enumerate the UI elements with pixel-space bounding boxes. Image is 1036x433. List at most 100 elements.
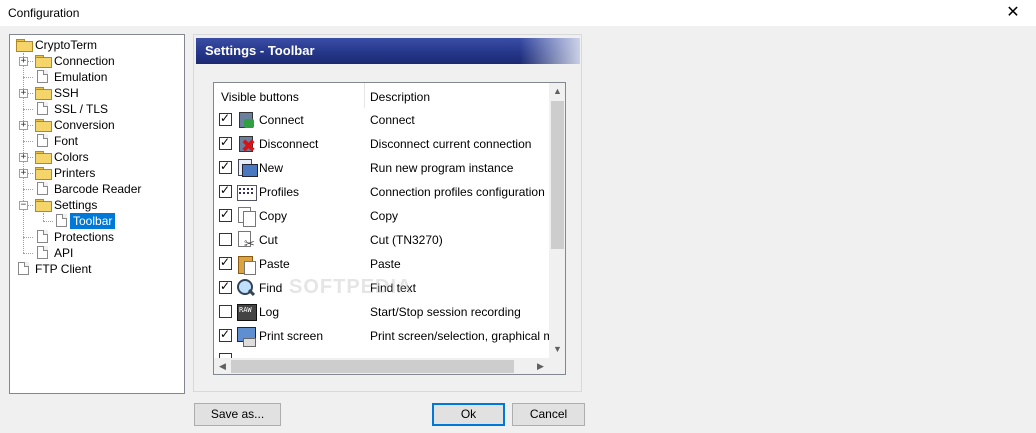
tree-item-colors[interactable]: + Colors [10, 149, 180, 165]
toolbar-buttons-list[interactable]: Visible buttons Description ConnectConne… [213, 82, 566, 375]
expand-icon[interactable]: + [19, 169, 28, 178]
folder-icon [35, 199, 52, 212]
folder-icon [35, 87, 52, 100]
tree-item-protections[interactable]: Protections [10, 229, 180, 245]
button-name: Print screen [259, 329, 324, 343]
tree-item-ssl-tls[interactable]: SSL / TLS [10, 101, 180, 117]
cut-icon: ✂ [236, 230, 256, 251]
button-description: Run new program instance [370, 161, 514, 175]
tree-item-conversion[interactable]: + Conversion [10, 117, 180, 133]
expand-icon[interactable]: + [19, 57, 28, 66]
button-description: Disconnect current connection [370, 137, 532, 151]
document-icon [37, 102, 48, 115]
visibility-checkbox[interactable] [219, 207, 232, 222]
visibility-checkbox[interactable] [219, 305, 232, 318]
tree-item-label: Emulation [54, 70, 108, 84]
scroll-down-icon[interactable]: ▼ [549, 341, 565, 358]
column-separator[interactable] [364, 83, 365, 108]
watermark: SOFTPEDIA [289, 276, 413, 298]
button-name: Find [259, 281, 283, 295]
tree-item-label: Protections [54, 230, 115, 244]
expand-icon[interactable]: + [19, 89, 28, 98]
visibility-checkbox[interactable] [219, 159, 232, 174]
visibility-checkbox[interactable] [219, 327, 232, 342]
tree-item-label: Conversion [54, 118, 115, 132]
button-description: Paste [370, 257, 401, 271]
tree-item-label: Colors [54, 150, 89, 164]
button-name: Log [259, 305, 280, 319]
visibility-checkbox[interactable] [219, 255, 232, 270]
list-item[interactable]: ✂ Cut Cut (TN3270) [214, 228, 549, 252]
list-item[interactable]: RAW Log Start/Stop session recording [214, 300, 549, 324]
tree-item-font[interactable]: Font [10, 133, 180, 149]
button-name: Disconnect [259, 137, 319, 151]
horizontal-scroll-thumb[interactable] [231, 360, 514, 373]
list-item[interactable]: New Run new program instance [214, 156, 549, 180]
expand-icon[interactable]: + [19, 121, 28, 130]
vertical-scrollbar[interactable]: ▲ ▼ [549, 83, 565, 358]
tree-item-connection[interactable]: + Connection [10, 53, 180, 69]
settings-tree[interactable]: CryptoTerm + Connection Emulation + SSH SSL / … [9, 34, 185, 394]
visibility-checkbox[interactable] [219, 183, 232, 198]
tree-item-settings[interactable]: − Settings [10, 197, 180, 213]
scroll-right-icon[interactable]: ▶ [532, 358, 549, 374]
folder-icon [35, 151, 52, 164]
document-icon [37, 182, 48, 195]
scroll-up-icon[interactable]: ▲ [549, 83, 565, 100]
button-name: Paste [259, 257, 290, 271]
visibility-checkbox[interactable] [219, 279, 232, 294]
list-item[interactable]: Connect Connect [214, 108, 549, 132]
document-icon [37, 134, 48, 147]
new-instance-icon [236, 158, 258, 178]
window-title: Configuration [8, 6, 80, 20]
tree-item-ssh[interactable]: + SSH [10, 85, 180, 101]
button-name: Profiles [259, 185, 300, 199]
ok-button[interactable]: Ok [432, 403, 505, 426]
list-item[interactable]: Paste Paste [214, 252, 549, 276]
cancel-button[interactable]: Cancel [512, 403, 585, 426]
button-name: Copy [259, 209, 288, 223]
collapse-icon[interactable]: − [19, 201, 28, 210]
list-item[interactable]: ✖Disconnect Disconnect current connection [214, 132, 549, 156]
paste-icon [236, 254, 256, 275]
visibility-checkbox[interactable] [219, 233, 232, 246]
tree-item-api[interactable]: API [10, 245, 180, 261]
tree-item-printers[interactable]: + Printers [10, 165, 180, 181]
tree-item-label: Font [54, 134, 79, 148]
document-icon [37, 246, 48, 259]
scroll-corner [549, 358, 565, 374]
tree-item-label: Toolbar [70, 213, 116, 229]
tree-item-label: FTP Client [35, 262, 92, 276]
log-icon: RAW [236, 302, 257, 322]
tree-item-emulation[interactable]: Emulation [10, 69, 180, 85]
horizontal-scrollbar[interactable]: ◀ ▶ [214, 358, 549, 374]
document-icon [37, 230, 48, 243]
button-description: Cut (TN3270) [370, 233, 443, 247]
tree-item-label: Printers [54, 166, 96, 180]
folder-icon [35, 119, 52, 132]
column-header-description[interactable]: Description [370, 90, 430, 104]
tree-item-ftp-client[interactable]: FTP Client [10, 261, 180, 277]
expand-icon[interactable]: + [19, 153, 28, 162]
document-icon [18, 262, 29, 275]
scroll-left-icon[interactable]: ◀ [214, 358, 231, 374]
close-icon[interactable]: ✕ [990, 0, 1036, 26]
column-header-visible-buttons[interactable]: Visible buttons [221, 90, 299, 104]
save-as-button[interactable]: Save as... [194, 403, 281, 426]
tree-item-barcode-reader[interactable]: Barcode Reader [10, 181, 180, 197]
document-icon [56, 214, 67, 227]
tree-item-toolbar[interactable]: Toolbar [10, 213, 180, 229]
list-item[interactable]: Print screen Print screen/selection, grap… [214, 324, 565, 348]
list-item[interactable]: Profiles Connection profiles configuratio… [214, 180, 549, 204]
tree-item-label: CryptoTerm [35, 38, 98, 52]
panel-header-title: Settings - Toolbar [205, 43, 315, 58]
list-item[interactable]: Copy Copy [214, 204, 549, 228]
button-name: New [259, 161, 284, 175]
visibility-checkbox[interactable] [219, 111, 232, 126]
button-description: Connect [370, 113, 415, 127]
panel-header: Settings - Toolbar [196, 38, 580, 64]
visibility-checkbox[interactable] [219, 135, 232, 150]
tree-item-label: Barcode Reader [54, 182, 142, 196]
tree-item-cryptoterm[interactable]: CryptoTerm [10, 37, 180, 53]
vertical-scroll-thumb[interactable] [551, 101, 564, 249]
